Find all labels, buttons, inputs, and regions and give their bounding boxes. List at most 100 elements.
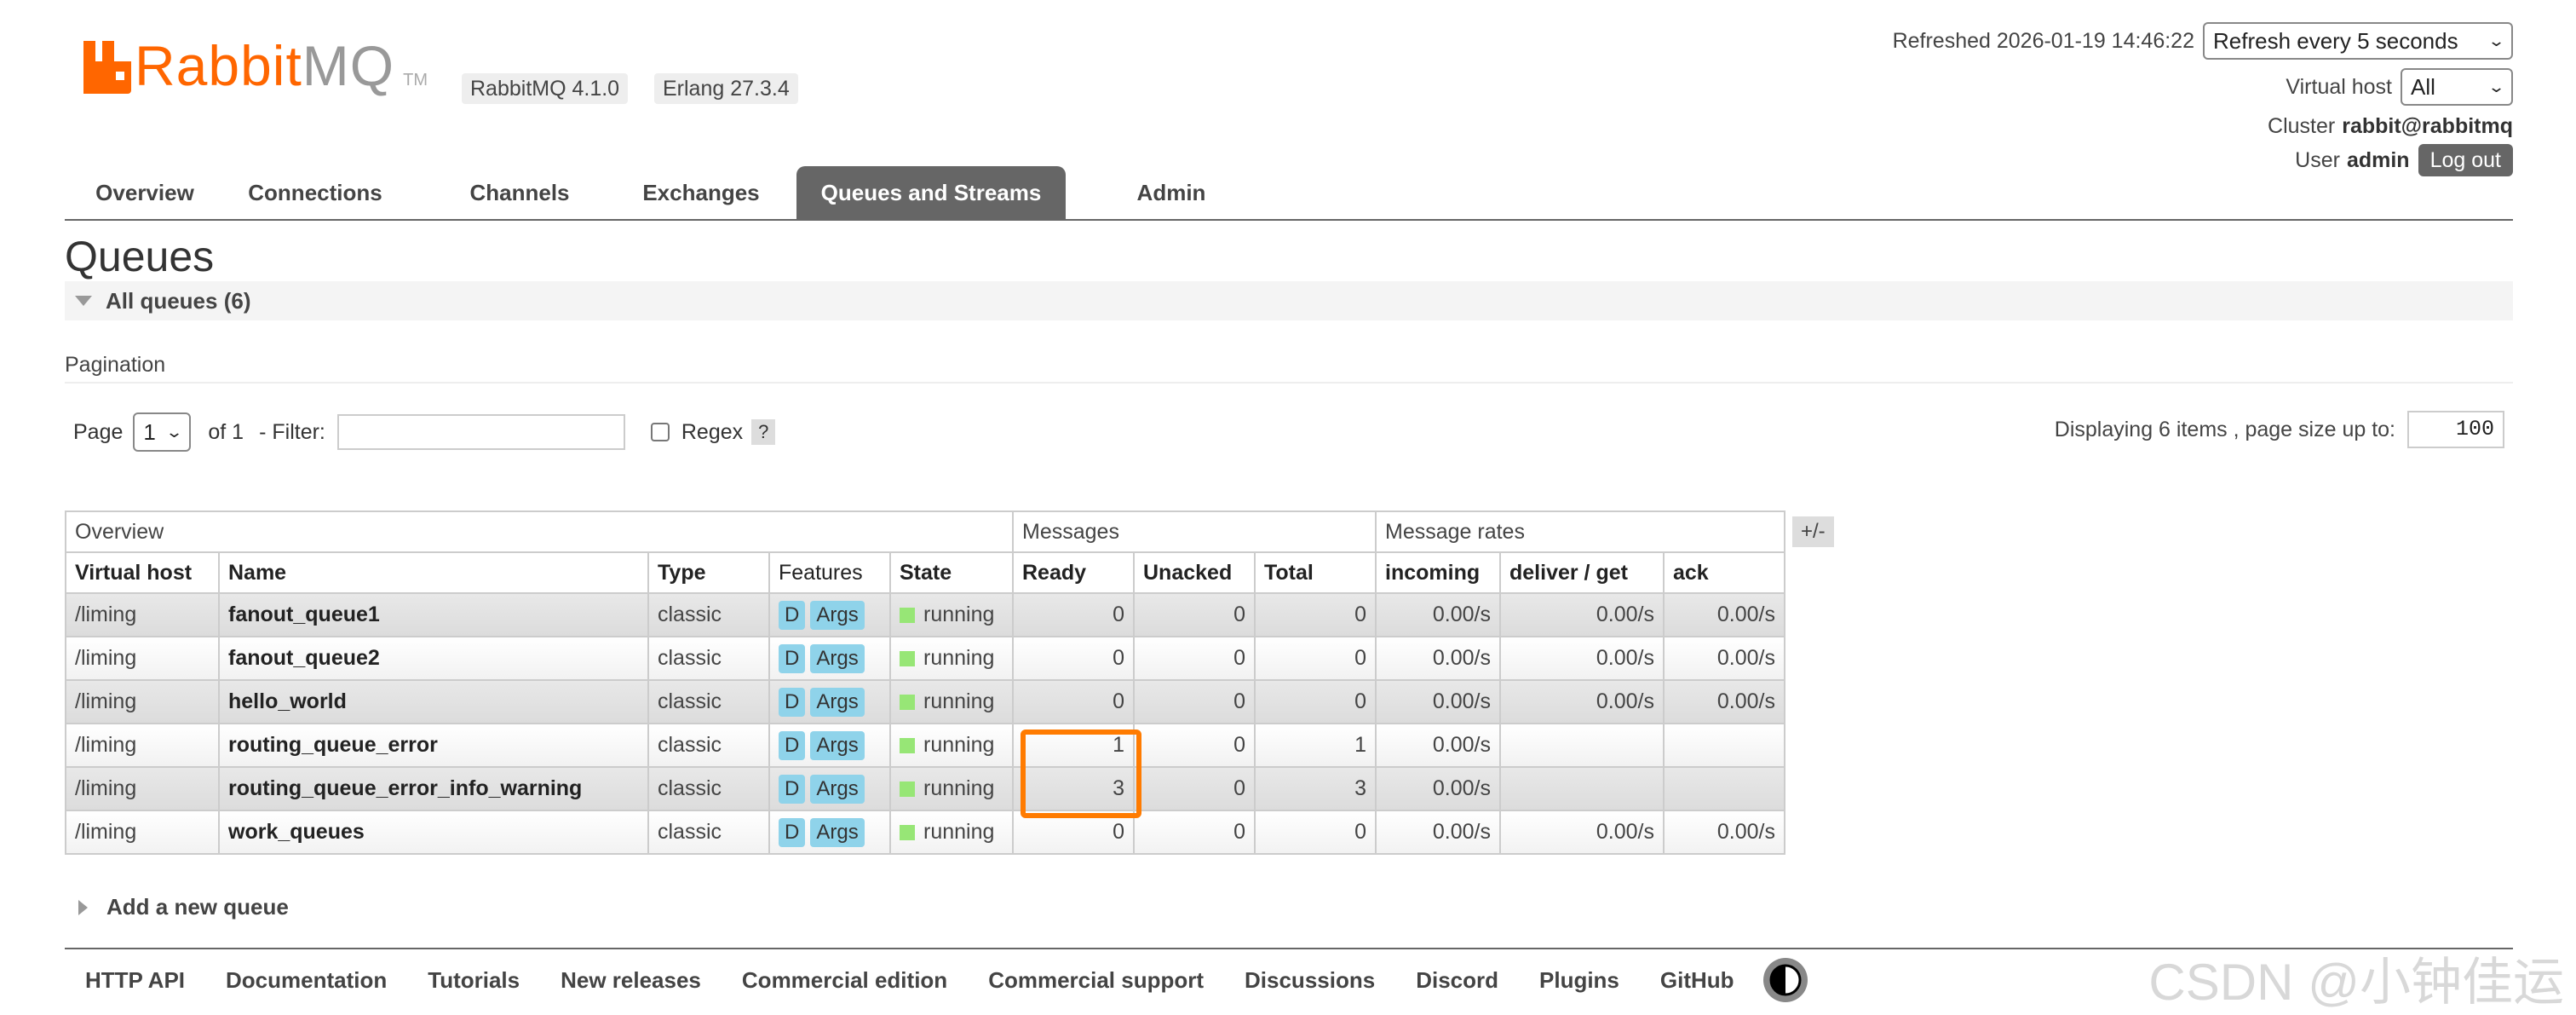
tab-channels[interactable]: Channels <box>457 166 583 219</box>
queue-name-link[interactable]: hello_world <box>218 679 649 724</box>
footer-link-documentation[interactable]: Documentation <box>226 967 387 994</box>
queue-name-link[interactable]: work_queues <box>218 810 649 855</box>
rabbitmq-version-badge: RabbitMQ 4.1.0 <box>462 73 629 104</box>
feature-args-badge[interactable]: Args <box>810 643 865 673</box>
expand-triangle-icon <box>78 899 88 915</box>
tab-admin[interactable]: Admin <box>1116 166 1227 219</box>
cell-unacked: 0 <box>1133 592 1256 637</box>
regex-help-button[interactable]: ? <box>751 419 776 445</box>
columns-toggle-button[interactable]: +/- <box>1792 516 1834 547</box>
col-type[interactable]: Type <box>647 551 770 594</box>
add-new-queue-label: Add a new queue <box>106 894 289 920</box>
cell-unacked: 0 <box>1133 679 1256 724</box>
cell-vhost: /liming <box>65 723 220 768</box>
col-incoming[interactable]: incoming <box>1375 551 1501 594</box>
logo-trademark: TM <box>403 71 428 89</box>
page-select[interactable]: 1 ⌄ <box>133 412 192 452</box>
col-deliver-get[interactable]: deliver / get <box>1499 551 1665 594</box>
footer-links: HTTP API Documentation Tutorials New rel… <box>65 954 1808 1006</box>
cell-type: classic <box>647 679 770 724</box>
table-row: /liming routing_queue_error classic D Arg… <box>65 723 1785 768</box>
theme-contrast-icon[interactable] <box>1762 958 1808 1002</box>
col-state[interactable]: State <box>889 551 1014 594</box>
page-size-input[interactable]: 100 <box>2407 411 2504 448</box>
feature-args-badge[interactable]: Args <box>810 600 865 630</box>
main-nav: Overview Connections Channels Exchanges … <box>65 166 2513 221</box>
cell-incoming: 0.00/s <box>1375 723 1501 768</box>
refresh-interval-select[interactable]: Refresh every 5 seconds ⌄ <box>2203 22 2513 60</box>
feature-args-badge[interactable]: Args <box>810 730 865 760</box>
cell-total: 3 <box>1254 766 1377 811</box>
feature-durable-badge[interactable]: D <box>779 687 806 717</box>
displaying-label: Displaying 6 items , page size up to: <box>2054 417 2395 441</box>
footer-link-discussions[interactable]: Discussions <box>1245 967 1375 994</box>
footer-link-tutorials[interactable]: Tutorials <box>428 967 520 994</box>
tab-overview[interactable]: Overview <box>65 166 225 219</box>
footer-link-commercial-support[interactable]: Commercial support <box>988 967 1204 994</box>
feature-args-badge[interactable]: Args <box>810 774 865 804</box>
footer-link-plugins[interactable]: Plugins <box>1539 967 1619 994</box>
all-queues-section-toggle[interactable]: All queues (6) <box>65 281 2513 320</box>
cell-ack: 0.00/s <box>1663 810 1785 855</box>
chevron-down-icon: ⌄ <box>2487 78 2506 95</box>
queue-name-link[interactable]: fanout_queue2 <box>218 636 649 681</box>
tab-exchanges[interactable]: Exchanges <box>630 166 772 219</box>
filter-input[interactable] <box>336 414 625 450</box>
rabbitmq-logo[interactable]: RabbitMQ TM <box>83 37 428 94</box>
table-row: /liming work_queues classic D Args runnin… <box>65 810 1785 855</box>
add-new-queue-toggle[interactable]: Add a new queue <box>78 894 289 920</box>
running-status-icon <box>900 781 915 798</box>
cell-incoming: 0.00/s <box>1375 679 1501 724</box>
col-ready[interactable]: Ready <box>1012 551 1135 594</box>
col-name[interactable]: Name <box>218 551 649 594</box>
erlang-version-badge: Erlang 27.3.4 <box>654 73 798 104</box>
col-ack[interactable]: ack <box>1663 551 1785 594</box>
col-unacked[interactable]: Unacked <box>1133 551 1256 594</box>
all-queues-label: All queues (6) <box>106 287 251 314</box>
cell-features: D Args <box>768 810 891 855</box>
footer-link-discord[interactable]: Discord <box>1416 967 1498 994</box>
cell-type: classic <box>647 810 770 855</box>
cell-incoming: 0.00/s <box>1375 592 1501 637</box>
running-status-icon <box>900 825 915 841</box>
feature-durable-badge[interactable]: D <box>779 817 806 847</box>
cluster-label: Cluster <box>2268 114 2336 138</box>
feature-durable-badge[interactable]: D <box>779 600 806 630</box>
feature-args-badge[interactable]: Args <box>810 817 865 847</box>
cell-ready: 0 <box>1012 592 1135 637</box>
logo-text: RabbitMQ <box>135 34 395 97</box>
feature-durable-badge[interactable]: D <box>779 774 806 804</box>
cell-vhost: /liming <box>65 766 220 811</box>
queue-name-link[interactable]: routing_queue_error_info_warning <box>218 766 649 811</box>
table-row: /liming hello_world classic D Args runnin… <box>65 679 1785 724</box>
footer-link-new-releases[interactable]: New releases <box>561 967 701 994</box>
cell-unacked: 0 <box>1133 810 1256 855</box>
queue-name-link[interactable]: fanout_queue1 <box>218 592 649 637</box>
cell-ack <box>1663 723 1785 768</box>
feature-durable-badge[interactable]: D <box>779 643 806 673</box>
col-virtual-host[interactable]: Virtual host <box>65 551 220 594</box>
queues-table: Overview Messages Message rates Virtual … <box>65 510 1785 855</box>
cell-deliver-get <box>1499 766 1665 811</box>
group-header-row: Overview Messages Message rates <box>65 510 1785 553</box>
cell-incoming: 0.00/s <box>1375 810 1501 855</box>
page-of-label: of 1 <box>208 419 244 444</box>
cell-vhost: /liming <box>65 636 220 681</box>
col-total[interactable]: Total <box>1254 551 1377 594</box>
group-message-rates: Message rates <box>1375 510 1785 553</box>
tab-queues-and-streams[interactable]: Queues and Streams <box>796 166 1066 219</box>
cell-state: running <box>889 723 1014 768</box>
feature-durable-badge[interactable]: D <box>779 730 806 760</box>
tab-connections[interactable]: Connections <box>235 166 395 219</box>
footer-link-github[interactable]: GitHub <box>1660 967 1734 994</box>
footer-link-http-api[interactable]: HTTP API <box>85 967 185 994</box>
footer-divider <box>65 948 2513 949</box>
footer-link-commercial-edition[interactable]: Commercial edition <box>742 967 947 994</box>
queue-name-link[interactable]: routing_queue_error <box>218 723 649 768</box>
feature-args-badge[interactable]: Args <box>810 687 865 717</box>
virtual-host-select[interactable]: All ⌄ <box>2401 68 2513 106</box>
page-title: Queues <box>65 233 215 280</box>
regex-checkbox[interactable] <box>650 423 670 441</box>
refreshed-timestamp: Refreshed 2026-01-19 14:46:22 <box>1892 28 2194 53</box>
cell-type: classic <box>647 636 770 681</box>
